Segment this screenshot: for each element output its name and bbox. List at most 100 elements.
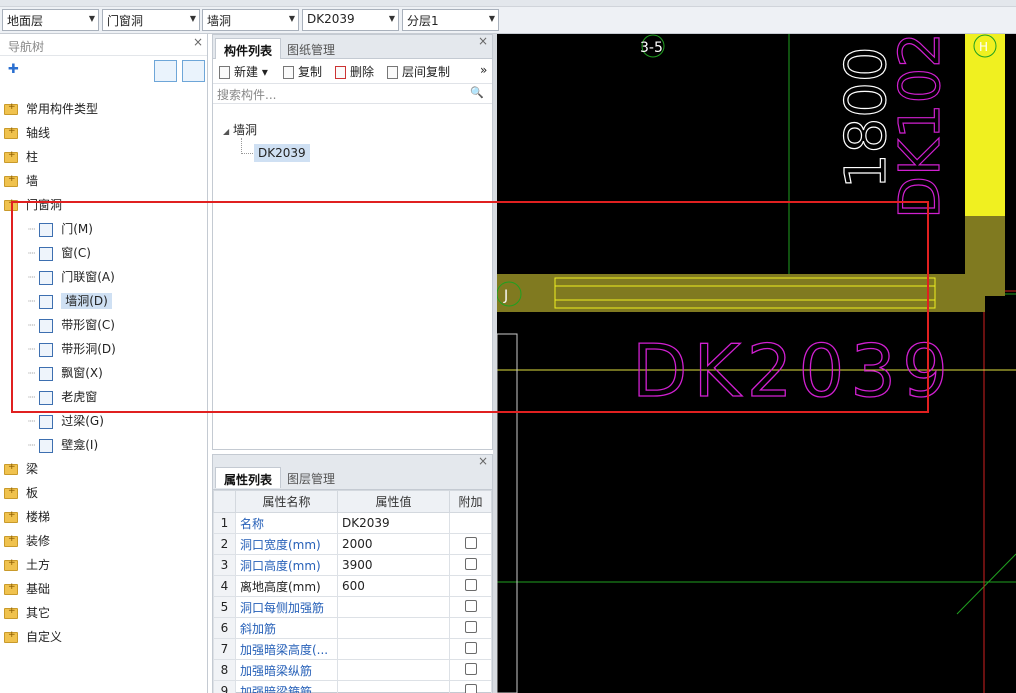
floor-copy-button[interactable]: 层间复制 [387, 63, 450, 80]
property-value[interactable] [337, 638, 450, 660]
axis-label-h: H [979, 40, 988, 54]
floor-dropdown[interactable]: 地面层 ▼ [2, 9, 99, 31]
nav-item-1[interactable]: 轴线 [4, 124, 50, 146]
property-value[interactable]: DK2039 [337, 512, 450, 534]
layer-value: 分层1 [407, 14, 439, 28]
tree-connector [241, 138, 253, 154]
nav-item-2[interactable]: 柱 [4, 148, 38, 170]
nav-child-3[interactable]: ┈ 墙洞(D) [28, 292, 112, 314]
close-icon[interactable]: × [193, 35, 203, 49]
tab-layer-management[interactable]: 图层管理 [279, 467, 343, 488]
row-index: 1 [213, 512, 236, 534]
header-value: 属性值 [337, 490, 450, 513]
property-value[interactable] [337, 659, 450, 681]
folder-icon [4, 126, 18, 139]
nav-item-label: 门窗洞 [26, 198, 63, 212]
new-button[interactable]: 新建 ▾ [219, 63, 268, 80]
close-icon[interactable]: × [478, 34, 488, 48]
nav-item-8[interactable]: 装修 [4, 532, 50, 554]
nav-item-11[interactable]: 其它 [4, 604, 50, 626]
property-row[interactable]: 6 斜加筋 [213, 617, 492, 639]
nav-item-7[interactable]: 楼梯 [4, 508, 50, 530]
property-value[interactable]: 2000 [337, 533, 450, 555]
collapse-icon[interactable]: ◢ [223, 127, 229, 136]
nav-item-0[interactable]: 常用构件类型 [4, 100, 98, 122]
nav-child-1[interactable]: ┈ 窗(C) [28, 244, 91, 266]
lintel-icon [39, 414, 54, 429]
folder-icon [4, 102, 18, 115]
nav-item-10[interactable]: 基础 [4, 580, 50, 602]
category-dropdown[interactable]: 门窗洞 ▼ [102, 9, 200, 31]
nav-child-0[interactable]: ┈ 门(M) [28, 220, 93, 242]
nav-child-8[interactable]: ┈ 过梁(G) [28, 412, 104, 434]
layer-dropdown[interactable]: 分层1 ▼ [402, 9, 499, 31]
component-toolbar: 新建 ▾ 复制 删除 层间复制 » [213, 59, 492, 84]
tab-component-list[interactable]: 构件列表 [215, 38, 282, 59]
nav-child-7[interactable]: ┈ 老虎窗 [28, 388, 97, 410]
nav-item-9[interactable]: 土方 [4, 556, 50, 578]
property-row[interactable]: 1 名称 DK2039 [213, 512, 492, 534]
property-value[interactable]: 3900 [337, 554, 450, 576]
property-value[interactable] [337, 596, 450, 618]
property-value[interactable] [337, 617, 450, 639]
nav-child-9[interactable]: ┈ 壁龛(I) [28, 436, 98, 458]
list-view-icon[interactable] [154, 60, 177, 82]
nav-child-5[interactable]: ┈ 带形洞(D) [28, 340, 116, 362]
property-name: 洞口高度(mm) [235, 554, 338, 576]
extra-checkbox[interactable] [464, 599, 477, 612]
nav-item-label: 墙 [26, 174, 39, 188]
extra-checkbox[interactable] [464, 557, 477, 570]
property-row[interactable]: 9 加强暗梁箍筋 [213, 680, 492, 693]
search-icon[interactable]: 🔍 [470, 86, 484, 99]
nav-item-12[interactable]: 自定义 [4, 628, 62, 650]
extra-checkbox[interactable] [464, 683, 477, 693]
property-name: 加强暗梁纵筋 [235, 659, 338, 681]
extra-checkbox[interactable] [464, 641, 477, 654]
search-input[interactable]: 搜索构件... 🔍 [213, 84, 492, 104]
property-name: 洞口每侧加强筋 [235, 596, 338, 618]
property-row[interactable]: 2 洞口宽度(mm) 2000 [213, 533, 492, 555]
nav-item-5[interactable]: 梁 [4, 460, 38, 482]
tab-drawing-management[interactable]: 图纸管理 [279, 38, 343, 59]
extra-checkbox[interactable] [464, 620, 477, 633]
type-dropdown[interactable]: 墙洞 ▼ [202, 9, 299, 31]
nav-item-6[interactable]: 板 [4, 484, 38, 506]
property-row[interactable]: 3 洞口高度(mm) 3900 [213, 554, 492, 576]
nav-child-2[interactable]: ┈ 门联窗(A) [28, 268, 115, 290]
more-icon[interactable]: » [480, 63, 487, 77]
axis-label-3-5: 3-5 [640, 40, 663, 56]
floor-value: 地面层 [7, 14, 44, 28]
property-row[interactable]: 8 加强暗梁纵筋 [213, 659, 492, 681]
extra-checkbox[interactable] [464, 536, 477, 549]
nav-child-label: 窗(C) [61, 246, 91, 260]
property-value[interactable] [337, 680, 450, 693]
nav-child-4[interactable]: ┈ 带形窗(C) [28, 316, 115, 338]
property-list-panel: 属性列表 图层管理 × 属性名称 属性值 附加 1 名称 DK2039 2 洞口宽度(m… [212, 454, 493, 693]
nav-child-6[interactable]: ┈ 飘窗(X) [28, 364, 103, 386]
property-value[interactable]: 600 [337, 575, 450, 597]
grid-view-icon[interactable] [182, 60, 205, 82]
copy-button[interactable]: 复制 [283, 63, 322, 80]
property-row[interactable]: 7 加强暗梁高度(... [213, 638, 492, 660]
strip-opening-icon [39, 342, 54, 357]
tab-property-list[interactable]: 属性列表 [215, 467, 282, 488]
cad-drawing: 3-5 J H DK2039 1800 DK102 [497, 34, 1016, 693]
component-dropdown[interactable]: DK2039 ▼ [302, 9, 399, 31]
nav-item-3[interactable]: 墙 [4, 172, 38, 194]
extra-checkbox[interactable] [464, 662, 477, 675]
row-index: 9 [213, 680, 236, 693]
cad-canvas[interactable]: 3-5 J H DK2039 1800 DK102 [497, 34, 1016, 693]
close-icon[interactable]: × [478, 454, 488, 468]
tree-group-wall-opening[interactable]: ◢ 墙洞 [223, 121, 257, 138]
delete-button[interactable]: 删除 [335, 63, 374, 80]
window-icon [39, 246, 54, 261]
extra-checkbox[interactable] [464, 578, 477, 591]
property-row[interactable]: 5 洞口每侧加强筋 [213, 596, 492, 618]
search-placeholder: 搜索构件... [217, 88, 277, 102]
add-icon[interactable]: ✚ [8, 62, 19, 77]
tree-item-dk2039[interactable]: DK2039 [254, 144, 310, 162]
navigation-tree-panel: 导航树 × ✚ 常用构件类型轴线柱墙门窗洞 ┈门(M)┈窗(C)┈门联窗(A)┈墙… [0, 34, 208, 693]
property-row[interactable]: 4 离地高度(mm) 600 [213, 575, 492, 597]
component-value: DK2039 [307, 12, 355, 26]
nav-item-4[interactable]: 门窗洞 [4, 196, 62, 218]
